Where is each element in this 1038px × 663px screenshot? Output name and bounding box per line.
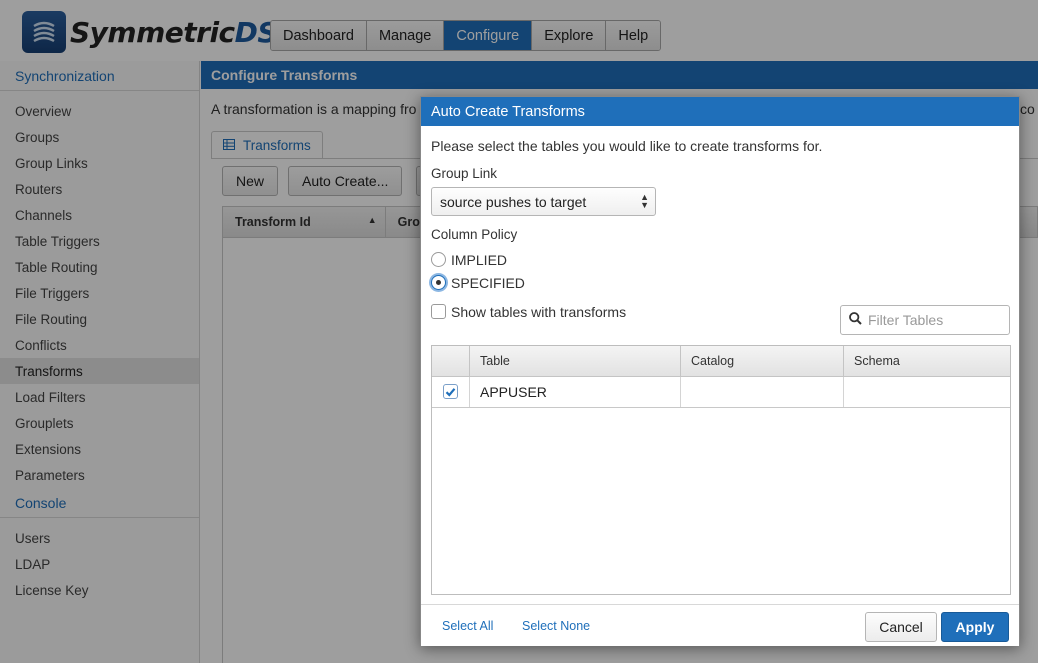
radio-implied[interactable] (431, 252, 446, 267)
show-tables-checkbox[interactable] (431, 304, 446, 319)
show-tables-label[interactable]: Show tables with transforms (451, 304, 626, 320)
radio-specified-label[interactable]: SPECIFIED (451, 275, 525, 291)
checkmark-icon (445, 387, 456, 397)
tables-grid-header: Table Catalog Schema (432, 346, 1010, 377)
select-none-link[interactable]: Select None (522, 619, 590, 633)
dialog-instruction: Please select the tables you would like … (431, 138, 823, 154)
radio-specified[interactable] (431, 275, 446, 290)
column-table[interactable]: Table (470, 346, 681, 376)
column-select (432, 346, 470, 376)
column-catalog[interactable]: Catalog (681, 346, 844, 376)
row-schema-cell (844, 377, 1010, 407)
filter-tables-input[interactable] (868, 312, 998, 328)
cancel-button[interactable]: Cancel (865, 612, 937, 642)
column-schema[interactable]: Schema (844, 346, 1010, 376)
search-icon (849, 312, 862, 328)
group-link-label: Group Link (431, 166, 498, 181)
auto-create-transforms-dialog: Auto Create Transforms Please select the… (420, 96, 1020, 646)
row-catalog-cell (681, 377, 844, 407)
row-checkbox[interactable] (443, 384, 458, 399)
select-all-link[interactable]: Select All (442, 619, 493, 633)
row-table-cell: APPUSER (470, 377, 681, 407)
filter-tables-input-wrapper[interactable] (840, 305, 1010, 335)
radio-implied-label[interactable]: IMPLIED (451, 252, 507, 268)
row-select-cell (432, 377, 470, 407)
select-arrows-icon: ▲ ▼ (640, 192, 649, 210)
table-row[interactable]: APPUSER (432, 377, 1010, 408)
tables-grid: Table Catalog Schema APPUSER (431, 345, 1011, 595)
group-link-select[interactable]: source pushes to target ▲ ▼ (431, 187, 656, 216)
dialog-footer: Select All Select None Cancel Apply (421, 604, 1019, 646)
apply-button[interactable]: Apply (941, 612, 1009, 642)
column-policy-label: Column Policy (431, 227, 518, 242)
dialog-title: Auto Create Transforms (421, 97, 1019, 126)
